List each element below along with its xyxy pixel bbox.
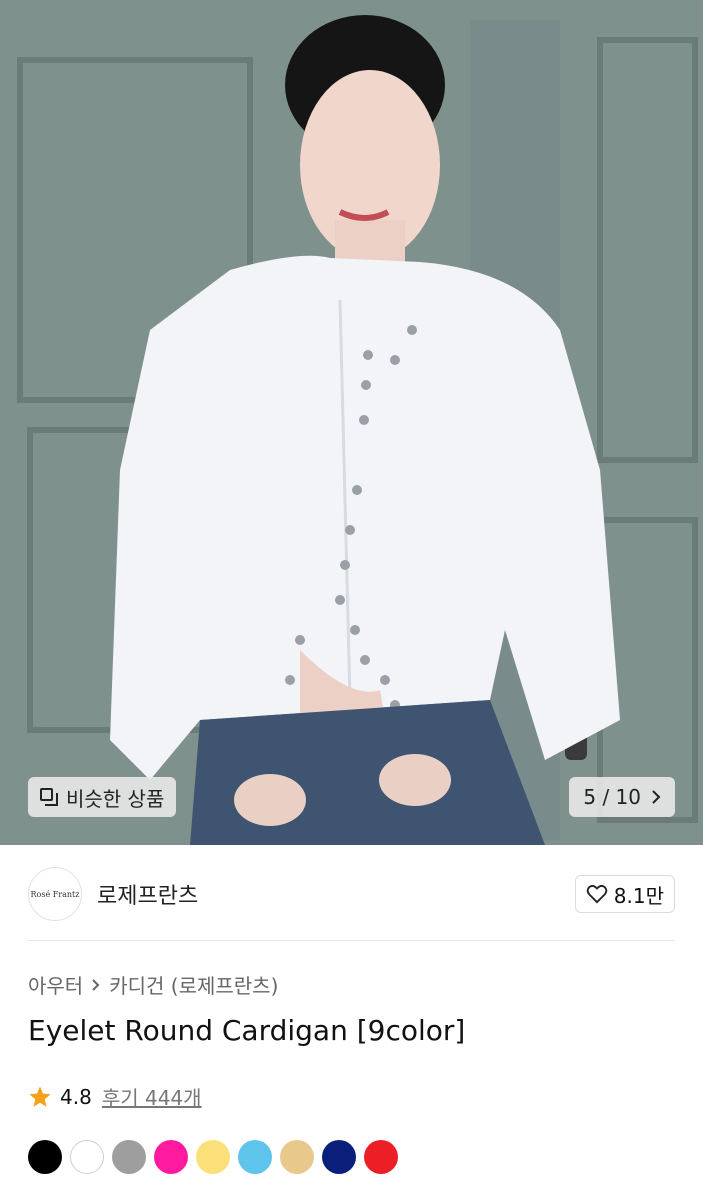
- product-title: Eyelet Round Cardigan [9color]: [28, 1014, 466, 1047]
- image-counter-button[interactable]: 5 / 10: [569, 777, 675, 817]
- color-swatch-red[interactable]: [364, 1140, 398, 1174]
- breadcrumb-item-outer[interactable]: 아우터: [28, 970, 83, 999]
- image-counter-text: 5 / 10: [583, 785, 641, 809]
- like-count: 8.1만: [613, 883, 664, 908]
- color-swatch-skyblue[interactable]: [238, 1140, 272, 1174]
- like-button[interactable]: 8.1만: [574, 875, 675, 913]
- breadcrumb: 아우터 카디건 (로제프란츠): [28, 970, 278, 999]
- chevron-right-icon: [652, 790, 661, 804]
- overlapping-squares-icon: [40, 788, 58, 806]
- breadcrumb-item-cardigan[interactable]: 카디건 (로제프란츠): [109, 970, 278, 999]
- color-swatch-pink[interactable]: [154, 1140, 188, 1174]
- divider: [28, 940, 675, 941]
- similar-products-button[interactable]: 비슷한 상품: [28, 777, 177, 817]
- product-photo: [0, 0, 703, 845]
- heart-outline-icon: [586, 884, 608, 904]
- color-swatch-navy[interactable]: [322, 1140, 356, 1174]
- reviews-link[interactable]: 후기 444개: [102, 1082, 202, 1111]
- brand-name[interactable]: 로제프란츠: [97, 878, 198, 910]
- color-swatch-white[interactable]: [70, 1140, 104, 1174]
- similar-products-label: 비슷한 상품: [66, 786, 165, 811]
- star-filled-icon: [29, 1086, 51, 1107]
- rating-value: 4.8: [60, 1084, 92, 1109]
- color-swatch-black[interactable]: [28, 1140, 62, 1174]
- color-swatch-gray[interactable]: [112, 1140, 146, 1174]
- color-swatches: [28, 1140, 398, 1174]
- product-image-gallery[interactable]: 비슷한 상품 5 / 10: [0, 0, 703, 845]
- brand-logo-text: Rosé Frantz: [30, 889, 80, 899]
- brand-row: Rosé Frantz 로제프란츠 8.1만: [28, 867, 675, 921]
- rating-row: 4.8 후기 444개: [28, 1082, 202, 1111]
- chevron-right-icon: [92, 978, 100, 991]
- color-swatch-beige[interactable]: [280, 1140, 314, 1174]
- color-swatch-yellow[interactable]: [196, 1140, 230, 1174]
- brand-logo[interactable]: Rosé Frantz: [28, 867, 82, 921]
